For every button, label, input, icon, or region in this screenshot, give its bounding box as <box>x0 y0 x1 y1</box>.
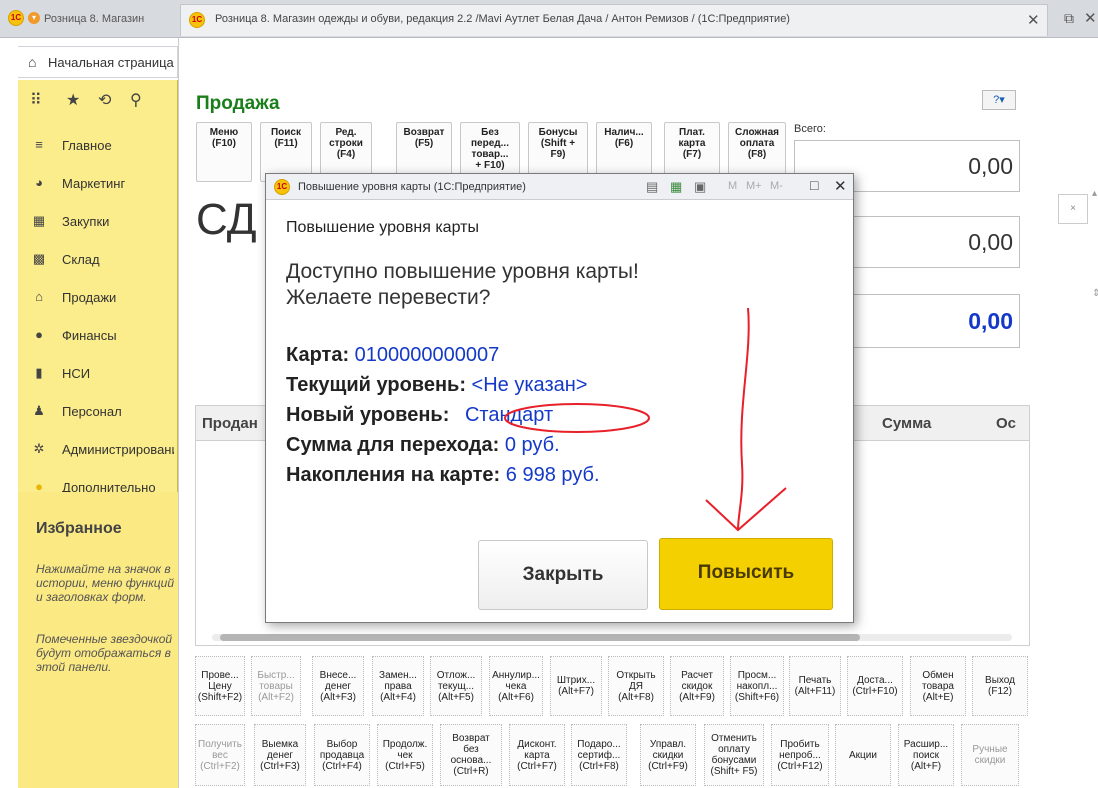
history-icon[interactable]: ⟲ <box>98 90 111 110</box>
book-icon: ▮ <box>35 365 43 380</box>
clear-field-icon[interactable]: × <box>1058 194 1088 224</box>
replace-rights-button[interactable]: Замен... права (Alt+F4) <box>372 656 424 716</box>
sidebar-item-label: Продажи <box>62 290 117 305</box>
home-tab[interactable]: ⌂ Начальная страница <box>18 46 178 78</box>
home-icon: ⌂ <box>28 54 37 70</box>
promotions-button[interactable]: Акции <box>835 724 891 786</box>
sidebar-item-label: Администрирование <box>62 442 174 457</box>
barcode-button[interactable]: Штрих... (Alt+F7) <box>550 656 602 716</box>
sidebar-item-purchases[interactable]: ▦ Закупки <box>18 202 178 240</box>
menu-lines-icon: ≡ <box>35 137 43 152</box>
big-display-text: СД <box>196 195 257 244</box>
tab-inactive[interactable]: Розница 8. Магазин <box>36 6 176 34</box>
app-logo-icon: 1C <box>8 10 24 26</box>
gift-certificate-button[interactable]: Подаро... сертиф... (Ctrl+F8) <box>571 724 627 786</box>
favorites-panel: Избранное Нажимайте на значок в истории,… <box>18 492 178 788</box>
right-panel: × ▴ ⇕ <box>1048 38 1098 788</box>
help-button[interactable]: ?▾ <box>982 90 1016 110</box>
tab-active-title: Розница 8. Магазин одежды и обуви, редак… <box>215 13 790 25</box>
sidebar-item-label: Закупки <box>62 214 110 229</box>
discount-card-button[interactable]: Дисконт. карта (Ctrl+F7) <box>509 724 565 786</box>
scroll-up-icon[interactable]: ▴ <box>1092 188 1097 199</box>
favorites-title: Избранное <box>36 520 122 537</box>
sidebar-item-finance[interactable]: ● Финансы <box>18 316 178 354</box>
annotation-arrow-head <box>705 487 787 532</box>
sidebar-item-nsi[interactable]: ▮ НСИ <box>18 354 178 392</box>
gear-icon: ✲ <box>33 441 45 456</box>
tab-logo-icon: 1C <box>189 12 205 28</box>
punch-unpunched-button[interactable]: Пробить непроб... (Ctrl+F12) <box>771 724 829 786</box>
scroll-updown-icon[interactable]: ⇕ <box>1092 288 1098 299</box>
tab-active[interactable]: 1C Розница 8. Магазин одежды и обуви, ре… <box>180 4 1048 36</box>
quick-goods-button[interactable]: Быстр... товары (Alt+F2) <box>251 656 301 716</box>
table-col-rest: Ос <box>996 415 1017 432</box>
delivery-button[interactable]: Доста... (Ctrl+F10) <box>847 656 903 716</box>
close-tab-icon[interactable]: ✕ <box>1027 11 1040 29</box>
card-upgrade-dialog: 1C Повышение уровня карты (1С:Предприяти… <box>265 173 854 623</box>
manage-discounts-button[interactable]: Управл. скидки (Ctrl+F9) <box>640 724 696 786</box>
sidebar-item-personnel[interactable]: ♟ Персонал <box>18 392 178 430</box>
sidebar-item-main[interactable]: ≡ Главное <box>18 126 178 164</box>
warehouse-icon: ▩ <box>32 251 46 266</box>
sidebar-item-label: Персонал <box>62 404 122 419</box>
print-button[interactable]: Печать (Alt+F11) <box>789 656 841 716</box>
menu-button[interactable]: Меню (F10) <box>196 122 252 182</box>
cart-icon: ⌂ <box>35 289 43 304</box>
sidebar-item-marketing[interactable]: ◕ Маркетинг <box>18 164 178 202</box>
sidebar-item-warehouse[interactable]: ▩ Склад <box>18 240 178 278</box>
sidebar-item-sales[interactable]: ⌂ Продажи <box>18 278 178 316</box>
view-savings-button[interactable]: Просм... накопл... (Shift+F6) <box>730 656 784 716</box>
apps-grid-icon[interactable]: ⠿ <box>30 90 42 110</box>
return-no-basis-button[interactable]: Возврат без основа... (Ctrl+R) <box>440 724 502 786</box>
window-titlebar: 1C ▾ Розница 8. Магазин 1C Розница 8. Ма… <box>0 0 1098 38</box>
annotation-arrow-line <box>737 307 750 531</box>
cash-out-button[interactable]: Выемка денег (Ctrl+F3) <box>254 724 306 786</box>
favorites-hint: Помеченные звездочкой будут отображаться… <box>36 632 173 674</box>
page-title: Продажа <box>196 93 280 114</box>
cancel-bonus-payment-button[interactable]: Отменить оплату бонусами (Shift+ F5) <box>704 724 764 786</box>
star-icon[interactable]: ★ <box>66 90 80 110</box>
restore-window-icon[interactable]: ⧉ <box>1064 10 1074 27</box>
annotation-circle <box>504 403 650 433</box>
check-price-button[interactable]: Прове... Цену (Shift+F2) <box>195 656 245 716</box>
calc-discounts-button[interactable]: Расчет скидок (Alt+F9) <box>670 656 724 716</box>
scrollbar-thumb[interactable] <box>220 634 860 641</box>
home-tab-label: Начальная страница <box>48 55 174 70</box>
sidebar-item-label: Склад <box>62 252 100 267</box>
cash-in-button[interactable]: Внесе... денег (Alt+F3) <box>312 656 364 716</box>
table-col-sum: Сумма <box>882 415 932 432</box>
continue-check-button[interactable]: Продолж. чек (Ctrl+F5) <box>377 724 433 786</box>
purchases-icon: ▦ <box>32 213 46 228</box>
table-col-product: Продан <box>202 415 258 432</box>
sidebar-item-label: НСИ <box>62 366 91 381</box>
horizontal-scrollbar[interactable] <box>212 634 1012 641</box>
favorites-hint: Нажимайте на значок в истории, меню функ… <box>36 562 174 604</box>
total-label: Всего: <box>794 123 826 135</box>
exchange-button[interactable]: Обмен товара (Alt+E) <box>910 656 966 716</box>
extended-search-button[interactable]: Расшир... поиск (Alt+F) <box>898 724 954 786</box>
person-icon: ♟ <box>33 403 45 418</box>
manual-discounts-button[interactable]: Ручные скидки <box>961 724 1019 786</box>
sidebar-item-label: Маркетинг <box>62 176 126 191</box>
open-cash-drawer-button[interactable]: Открыть ДЯ (Alt+F8) <box>608 656 664 716</box>
choose-seller-button[interactable]: Выбор продавца (Ctrl+F4) <box>314 724 370 786</box>
sidebar: ⠿ ★ ⟲ ⚲ ≡ Главное ◕ Маркетинг ▦ Закупки ▩ Ск… <box>18 80 178 788</box>
postpone-button[interactable]: Отлож... текущ... (Alt+F5) <box>430 656 482 716</box>
cancel-check-button[interactable]: Аннулир... чека (Alt+F6) <box>489 656 543 716</box>
pie-chart-icon: ◕ <box>35 175 43 190</box>
sidebar-item-admin[interactable]: ✲ Администрирование <box>18 430 178 468</box>
close-window-icon[interactable]: ✕ <box>1084 9 1097 27</box>
sidebar-item-label: Финансы <box>62 328 117 343</box>
sidebar-item-label: Главное <box>62 138 112 153</box>
exit-button[interactable]: Выход (F12) <box>972 656 1028 716</box>
annotation-overlay <box>504 307 787 532</box>
search-icon[interactable]: ⚲ <box>130 90 142 110</box>
coin-icon: ● <box>35 327 43 342</box>
get-weight-button[interactable]: Получить вес (Ctrl+F2) <box>195 724 245 786</box>
